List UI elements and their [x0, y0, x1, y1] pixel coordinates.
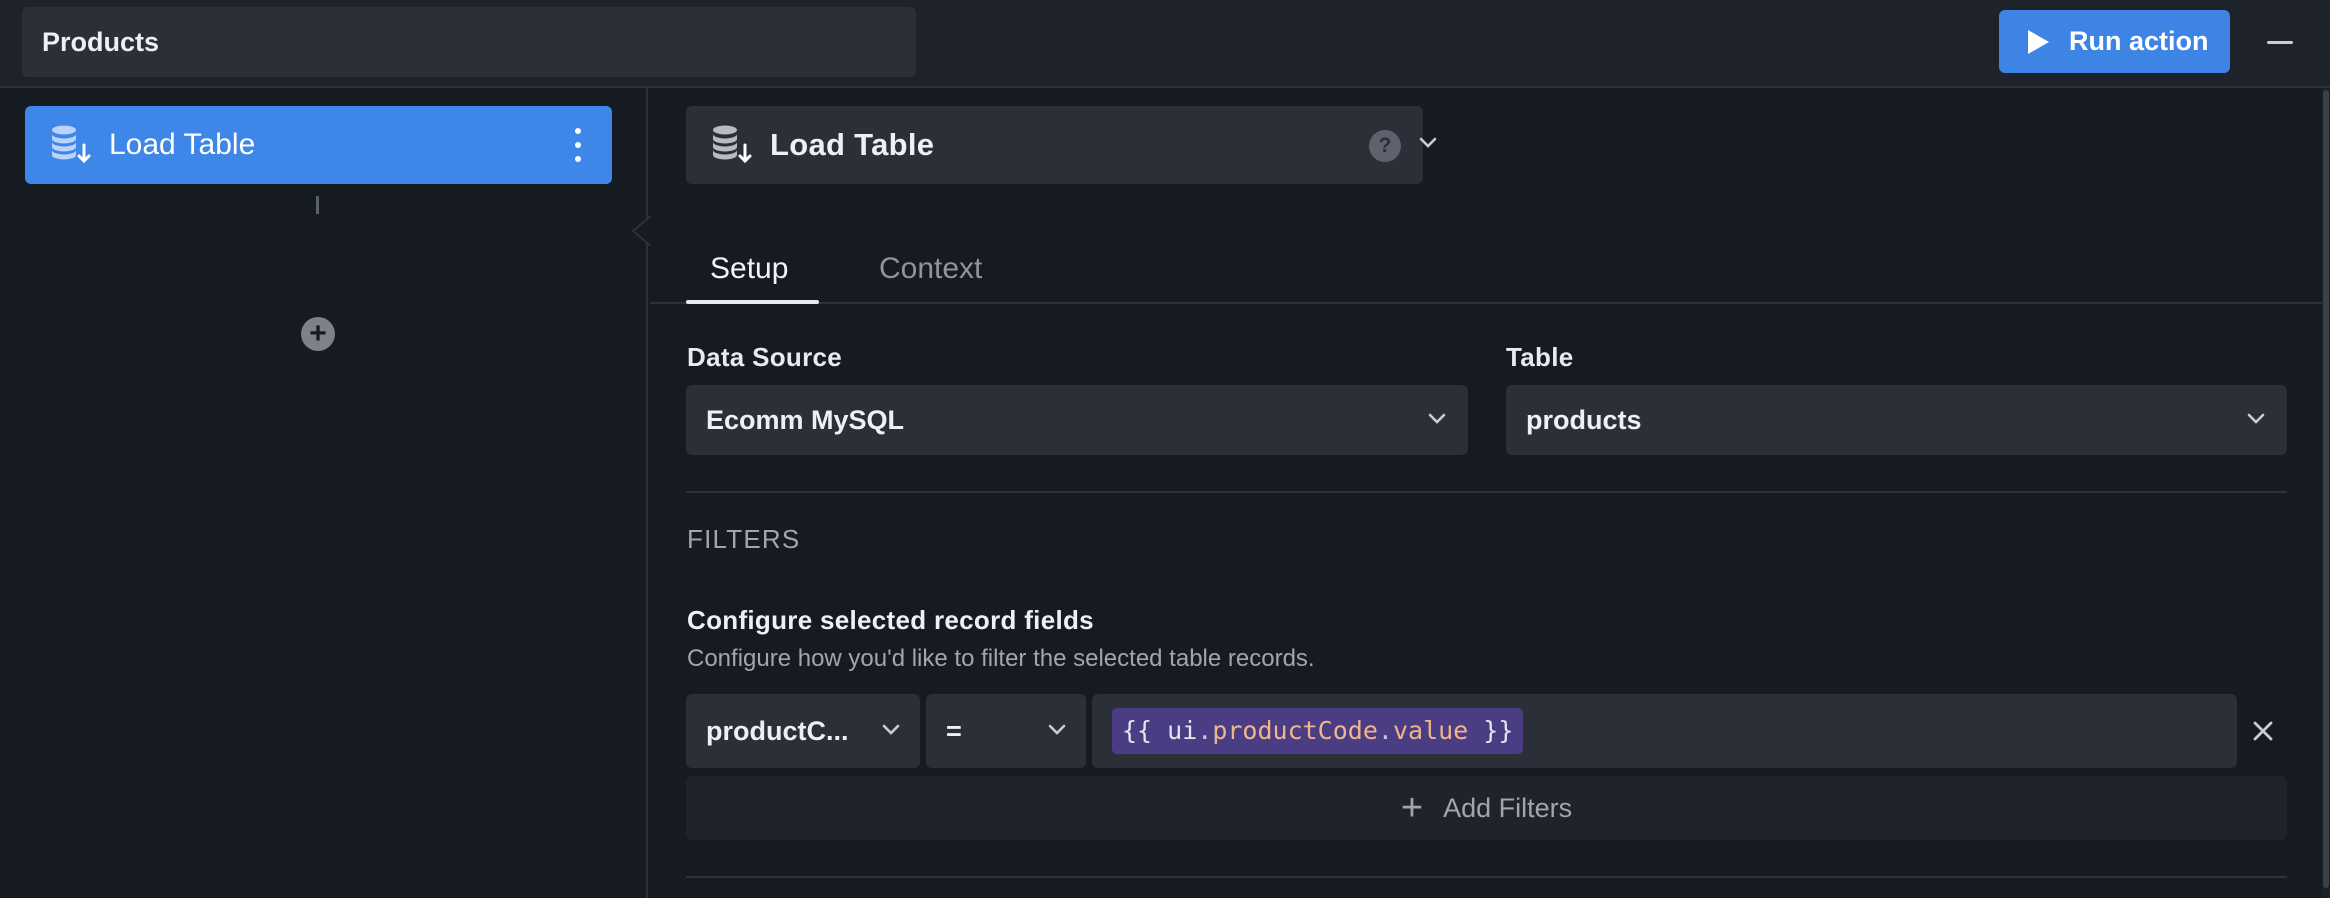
filter-operator-value: =	[946, 716, 962, 746]
minimize-icon[interactable]	[2266, 28, 2294, 56]
section-divider	[686, 491, 2287, 493]
help-icon[interactable]: ?	[1369, 130, 1401, 162]
scrollbar[interactable]	[2322, 88, 2330, 898]
filters-subtitle: Configure selected record fields	[687, 605, 1094, 635]
table-select[interactable]: products	[1506, 385, 2287, 455]
chevron-down-icon[interactable]	[1419, 137, 1437, 149]
top-bar: Products Run action	[0, 0, 2330, 88]
filter-field-value: productC...	[706, 716, 849, 746]
table-value: products	[1526, 405, 1642, 435]
step-card-load-table[interactable]: Load Table	[25, 106, 612, 184]
expression-token: {{ ui.productCode.value }}	[1112, 708, 1524, 754]
chevron-down-icon	[882, 724, 900, 735]
plus-circle-icon[interactable]: +	[301, 317, 335, 351]
active-tab-indicator	[686, 300, 819, 304]
table-label: Table	[1506, 342, 1574, 372]
chevron-down-icon	[1428, 413, 1446, 424]
chevron-down-icon	[1048, 724, 1066, 735]
chevron-down-icon	[2247, 413, 2265, 424]
plus-icon: +	[1400, 787, 1424, 829]
kebab-menu-icon[interactable]	[574, 128, 582, 162]
action-editor: Load Table ? Setup Context Data Source E…	[650, 88, 2330, 898]
close-icon[interactable]	[2251, 719, 2275, 743]
step-label: Load Table	[109, 128, 256, 161]
add-filters-button[interactable]: + Add Filters	[686, 776, 2287, 840]
scrollbar-thumb[interactable]	[2323, 90, 2329, 888]
play-icon	[2028, 29, 2049, 54]
filter-operator-select[interactable]: =	[926, 694, 1086, 768]
data-source-value: Ecomm MySQL	[706, 405, 905, 435]
add-filters-label: Add Filters	[1443, 792, 1573, 823]
run-action-label: Run action	[2069, 26, 2209, 56]
selection-pointer	[631, 216, 651, 246]
tab-setup[interactable]: Setup	[710, 230, 788, 304]
filter-value-input[interactable]: {{ ui.productCode.value }}	[1092, 694, 2237, 768]
database-load-icon	[52, 125, 91, 164]
query-name-input[interactable]: Products	[22, 7, 916, 77]
tab-context[interactable]: Context	[879, 230, 982, 304]
action-title: Load Table	[770, 127, 935, 162]
filter-field-select[interactable]: productC...	[686, 694, 920, 768]
step-connector	[316, 196, 319, 214]
steps-sidebar: Load Table +	[0, 88, 651, 898]
data-source-select[interactable]: Ecomm MySQL	[686, 385, 1468, 455]
tab-bar: Setup Context	[686, 230, 2330, 304]
section-divider	[686, 876, 2287, 878]
run-action-button[interactable]: Run action	[1999, 10, 2230, 73]
tabs-divider	[650, 302, 2330, 304]
filters-help-text: Configure how you'd like to filter the s…	[687, 645, 1315, 672]
database-load-icon	[713, 125, 752, 164]
data-source-label: Data Source	[687, 342, 843, 372]
filters-section-title: FILTERS	[687, 524, 801, 554]
action-type-selector[interactable]: Load Table ?	[686, 106, 1437, 184]
